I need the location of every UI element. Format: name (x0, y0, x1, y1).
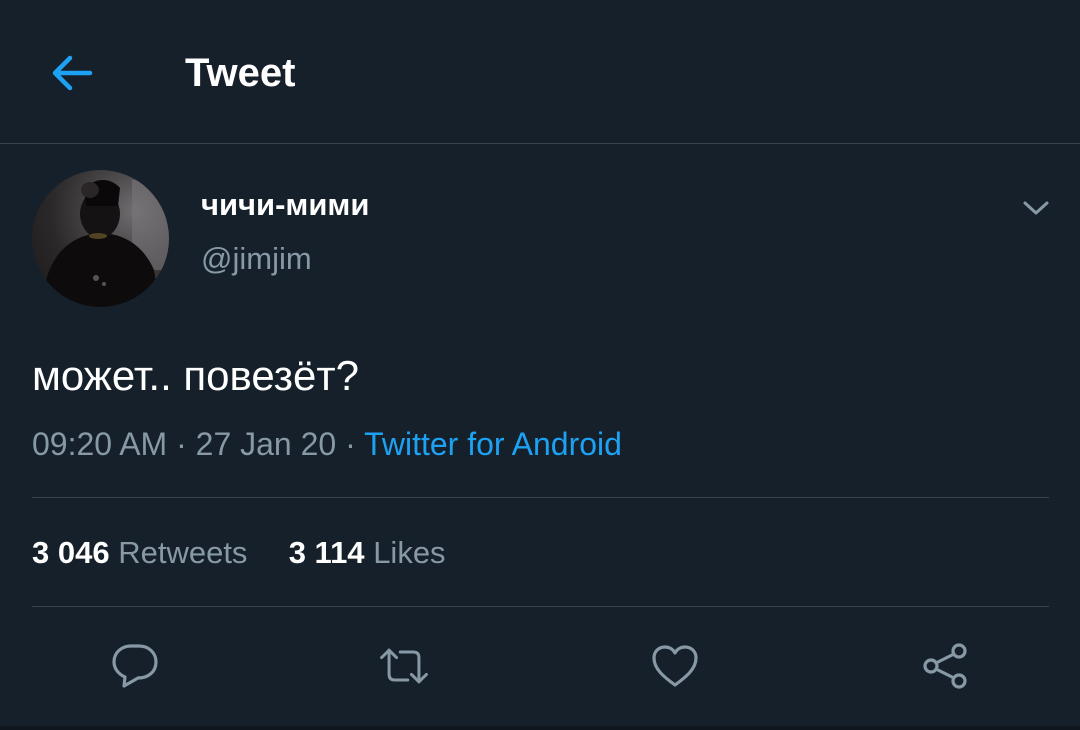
likes-label: Likes (373, 535, 446, 570)
meta-separator: · (176, 426, 187, 462)
reply-button[interactable] (107, 638, 163, 694)
tweet-time: 09:20 AM (32, 426, 168, 462)
back-button[interactable] (46, 47, 98, 99)
tweet-source-link[interactable]: Twitter for Android (364, 426, 622, 462)
meta-separator: · (345, 426, 356, 462)
share-icon (923, 643, 967, 689)
divider (32, 606, 1049, 607)
reply-icon (112, 644, 158, 688)
tweet-date: 27 Jan 20 (195, 426, 337, 462)
tweet-text: может.. повезёт? (32, 352, 359, 399)
top-bar: Tweet (0, 0, 1080, 144)
tweet-meta: 09:20 AM · 27 Jan 20 · Twitter for Andro… (32, 424, 622, 464)
like-button[interactable] (647, 638, 703, 694)
share-button[interactable] (917, 638, 973, 694)
like-icon (652, 645, 698, 687)
action-bar (0, 632, 1080, 698)
page-title: Tweet (185, 51, 296, 95)
retweets-count: 3 046 (32, 535, 110, 570)
arrow-left-icon (52, 55, 93, 91)
author-handle[interactable]: @jimjim (201, 240, 312, 278)
chevron-down-icon (1023, 201, 1049, 215)
divider (32, 497, 1049, 498)
retweets-stat[interactable]: 3 046 Retweets (32, 535, 256, 570)
avatar[interactable] (32, 170, 169, 307)
likes-stat[interactable]: 3 114 Likes (289, 535, 446, 570)
retweet-icon (380, 648, 428, 684)
avatar-photo (42, 179, 169, 307)
tweet-stats: 3 046 Retweets 3 114 Likes (32, 533, 446, 573)
more-options-button[interactable] (1016, 190, 1056, 226)
author-display-name[interactable]: чичи-мими (201, 186, 369, 224)
retweet-button[interactable] (376, 638, 432, 694)
retweets-label: Retweets (118, 535, 248, 570)
bottom-divider (0, 726, 1080, 730)
likes-count: 3 114 (288, 535, 365, 570)
